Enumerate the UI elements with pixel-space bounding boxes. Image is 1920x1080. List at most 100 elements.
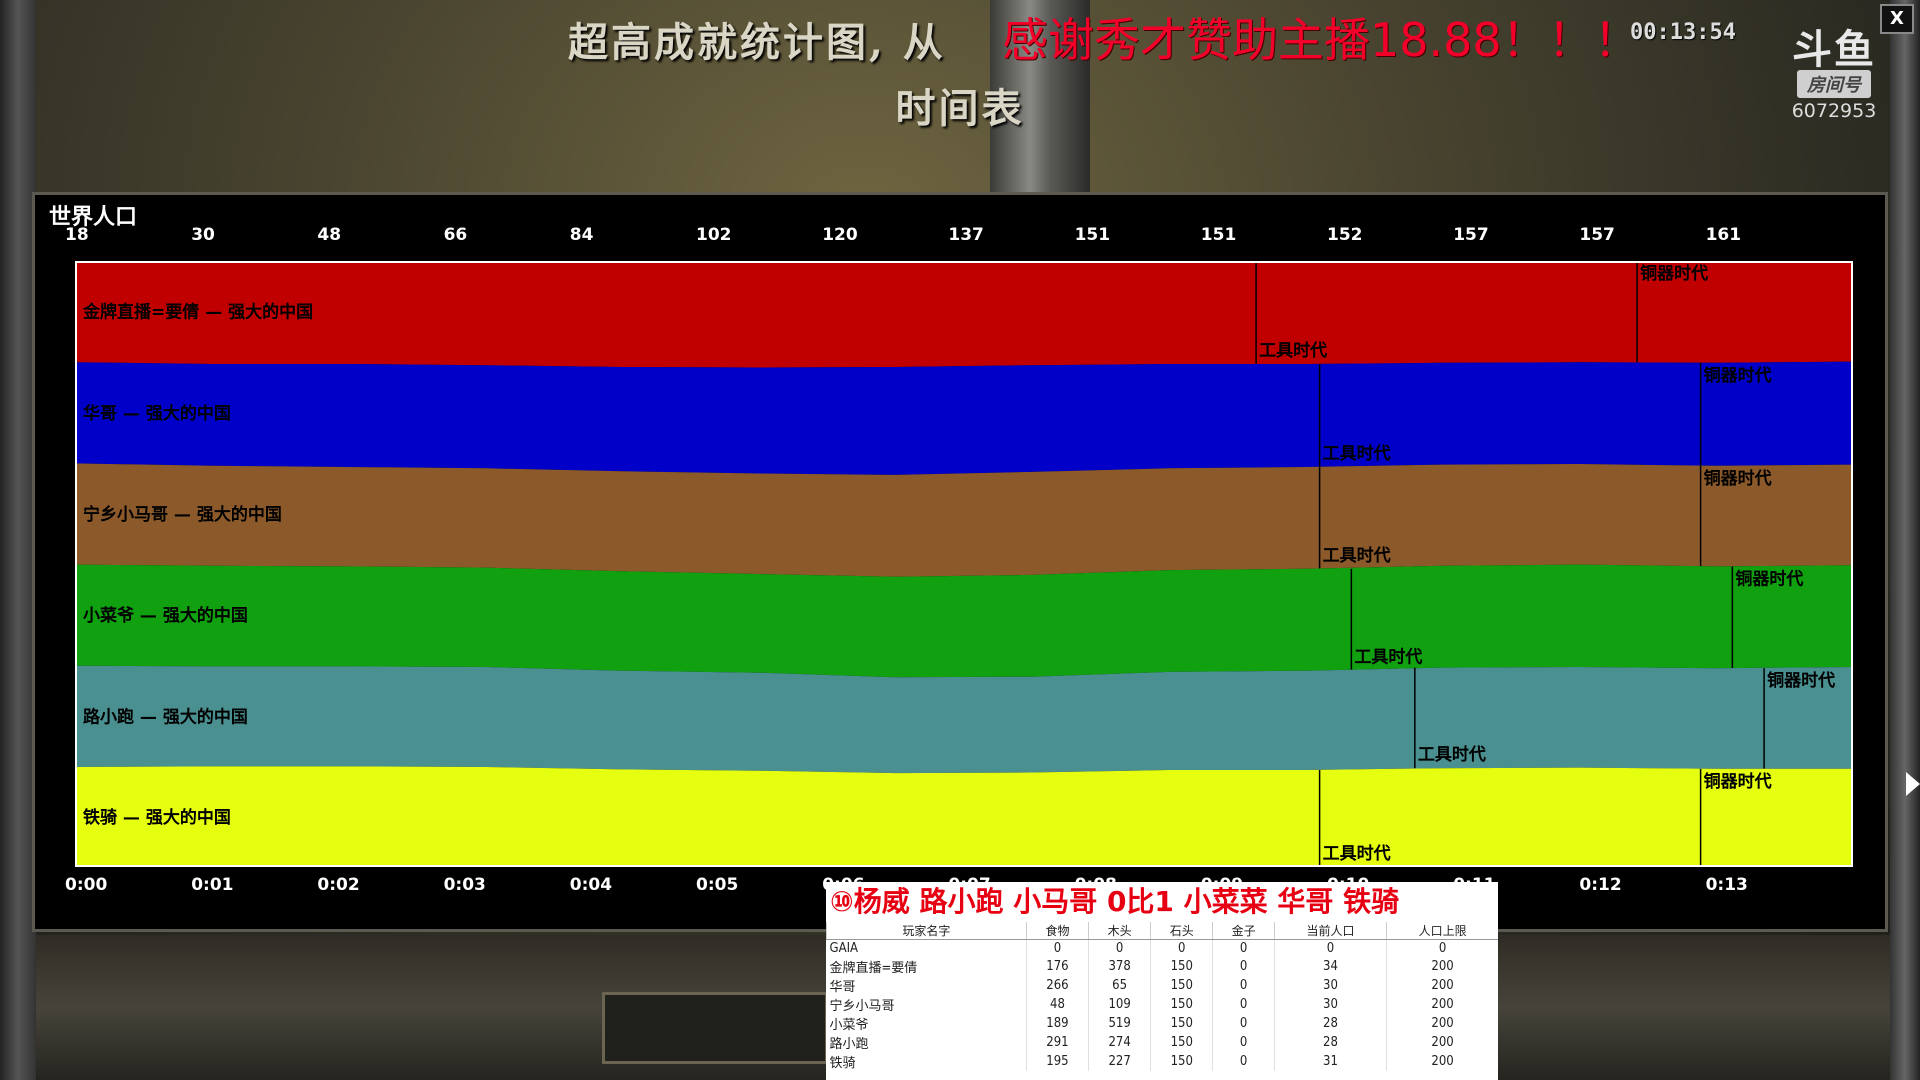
age-up-label: 工具时代 — [1323, 545, 1391, 566]
player-area-band — [75, 361, 1853, 475]
population-tick: 161 — [1705, 225, 1742, 245]
population-area-chart: 金牌直播=要倩 — 强大的中国工具时代铜器时代华哥 — 强大的中国工具时代铜器时… — [75, 261, 1853, 867]
time-tick: 0:12 — [1579, 875, 1622, 895]
table-cell: 小菜爷 — [829, 1018, 869, 1033]
column-header: 当前人口 — [1273, 922, 1387, 940]
return-button-frame[interactable] — [602, 992, 828, 1064]
table-row: 铁骑 195 227 150 0 31 200 — [827, 1052, 1498, 1071]
table-cell: 金牌直播=要倩 — [829, 961, 918, 976]
table-cell: 200 — [1386, 995, 1498, 1014]
age-up-label: 工具时代 — [1259, 340, 1327, 361]
table-cell: 30 — [1273, 995, 1387, 1014]
table-cell: 227 — [1088, 1052, 1151, 1071]
column-header: 食物 — [1025, 922, 1089, 940]
population-tick: 137 — [948, 225, 984, 245]
table-cell: 195 — [1025, 1052, 1089, 1071]
table-cell: 铁骑 — [829, 1056, 856, 1071]
table-cell: 0 — [1212, 995, 1275, 1014]
room-label: 房间号 — [1797, 70, 1871, 98]
table-cell: 31 — [1273, 1052, 1387, 1071]
player-area-band — [75, 463, 1853, 577]
table-cell: 0 — [1212, 939, 1275, 957]
mouse-cursor-icon — [1906, 772, 1920, 796]
table-cell: 0 — [1088, 939, 1151, 957]
time-tick: 0:02 — [317, 875, 360, 895]
age-up-label: 工具时代 — [1323, 843, 1391, 864]
table-cell: 0 — [1150, 939, 1213, 957]
table-cell: 65 — [1088, 976, 1151, 995]
population-tick: 102 — [696, 225, 732, 245]
player-label: 小菜爷 — 强大的中国 — [83, 605, 248, 626]
player-area-band — [75, 261, 1853, 368]
timeline-chart-panel: 世界人口 18 30 48 66 84 102 120 137 151 151 152 157 157 1… — [32, 192, 1888, 932]
column-header: 木头 — [1088, 922, 1151, 940]
table-cell: 378 — [1088, 957, 1151, 976]
player-label: 华哥 — 强大的中国 — [83, 403, 231, 424]
table-row: 路小跑 291 274 150 0 28 200 — [827, 1033, 1498, 1052]
room-number: 6072953 — [1791, 100, 1877, 122]
player-label: 金牌直播=要倩 — 强大的中国 — [82, 302, 313, 323]
age-up-label: 铜器时代 — [1704, 468, 1772, 489]
table-cell: 150 — [1150, 1052, 1213, 1071]
population-tick: 120 — [822, 225, 858, 245]
table-cell: 150 — [1150, 1014, 1213, 1033]
table-cell: 路小跑 — [829, 1037, 869, 1052]
stream-logo: 斗鱼 房间号 6072953 — [1786, 30, 1882, 122]
population-tick: 151 — [1200, 225, 1237, 245]
time-tick: 0:04 — [569, 875, 613, 895]
table-cell: 200 — [1386, 1052, 1498, 1071]
achievement-title: 超高成就统计图, 从 — [568, 19, 946, 66]
table-cell: 200 — [1386, 957, 1498, 976]
population-tick: 48 — [317, 225, 342, 245]
table-cell: 0 — [1212, 1052, 1275, 1071]
table-row: 宁乡小马哥 48 109 150 0 30 200 — [827, 995, 1498, 1014]
table-cell: 0 — [1212, 1033, 1275, 1052]
age-up-label: 铜器时代 — [1767, 670, 1835, 691]
game-clock: 00:13:54 — [1630, 20, 1736, 45]
match-score-header: ⑩杨威 路小跑 小马哥 0比1 小菜菜 华哥 铁骑 — [830, 885, 1400, 918]
age-up-label: 工具时代 — [1323, 443, 1391, 464]
time-tick: 0:05 — [696, 875, 739, 895]
population-tick: 157 — [1579, 225, 1615, 245]
table-cell: 200 — [1386, 976, 1498, 995]
population-tick: 157 — [1453, 225, 1489, 245]
table-cell: 109 — [1088, 995, 1151, 1014]
table-row: 金牌直播=要倩 176 378 150 0 34 200 — [827, 957, 1498, 976]
player-label: 路小跑 — 强大的中国 — [83, 706, 248, 727]
resource-table: 玩家名字 食物 木头 石头 金子 当前人口 人口上限 GAIA 0 0 0 0 0 0 金牌直播=要倩 17… — [826, 922, 1498, 1071]
table-cell: 0 — [1025, 939, 1089, 957]
age-up-label: 工具时代 — [1418, 744, 1486, 765]
table-row: 华哥 266 65 150 0 30 200 — [827, 976, 1498, 995]
population-tick: 30 — [191, 225, 215, 245]
table-cell: 华哥 — [829, 980, 856, 995]
table-cell: 200 — [1386, 1014, 1498, 1033]
time-tick: 0:03 — [443, 875, 486, 895]
table-cell: GAIA — [829, 941, 859, 956]
age-up-label: 铜器时代 — [1704, 771, 1772, 792]
population-axis: 18 30 48 66 84 102 120 137 151 151 152 157 157 161 — [35, 225, 1891, 249]
column-header: 人口上限 — [1386, 922, 1498, 940]
population-tick: 66 — [443, 225, 468, 245]
table-cell: 28 — [1273, 1033, 1387, 1052]
table-cell: 34 — [1273, 957, 1387, 976]
player-label: 宁乡小马哥 — 强大的中国 — [83, 504, 282, 525]
table-cell: 176 — [1025, 957, 1089, 976]
population-tick: 84 — [569, 225, 594, 245]
time-tick: 0:01 — [191, 875, 234, 895]
player-area-band — [75, 564, 1853, 678]
table-cell: 200 — [1386, 1033, 1498, 1052]
population-tick: 152 — [1327, 225, 1363, 245]
player-label: 铁骑 — 强大的中国 — [83, 807, 231, 828]
table-cell: 30 — [1273, 976, 1387, 995]
age-up-label: 铜器时代 — [1640, 263, 1708, 284]
close-button[interactable]: X — [1880, 4, 1914, 34]
time-tick: 0:13 — [1705, 875, 1748, 895]
table-cell: 274 — [1088, 1033, 1151, 1052]
table-row: 小菜爷 189 519 150 0 28 200 — [827, 1014, 1498, 1033]
player-area-band — [75, 665, 1853, 774]
table-row: GAIA 0 0 0 0 0 0 — [827, 939, 1498, 957]
table-cell: 0 — [1212, 1014, 1275, 1033]
table-cell: 150 — [1150, 957, 1213, 976]
table-cell: 150 — [1150, 995, 1213, 1014]
age-up-label: 铜器时代 — [1735, 568, 1803, 589]
